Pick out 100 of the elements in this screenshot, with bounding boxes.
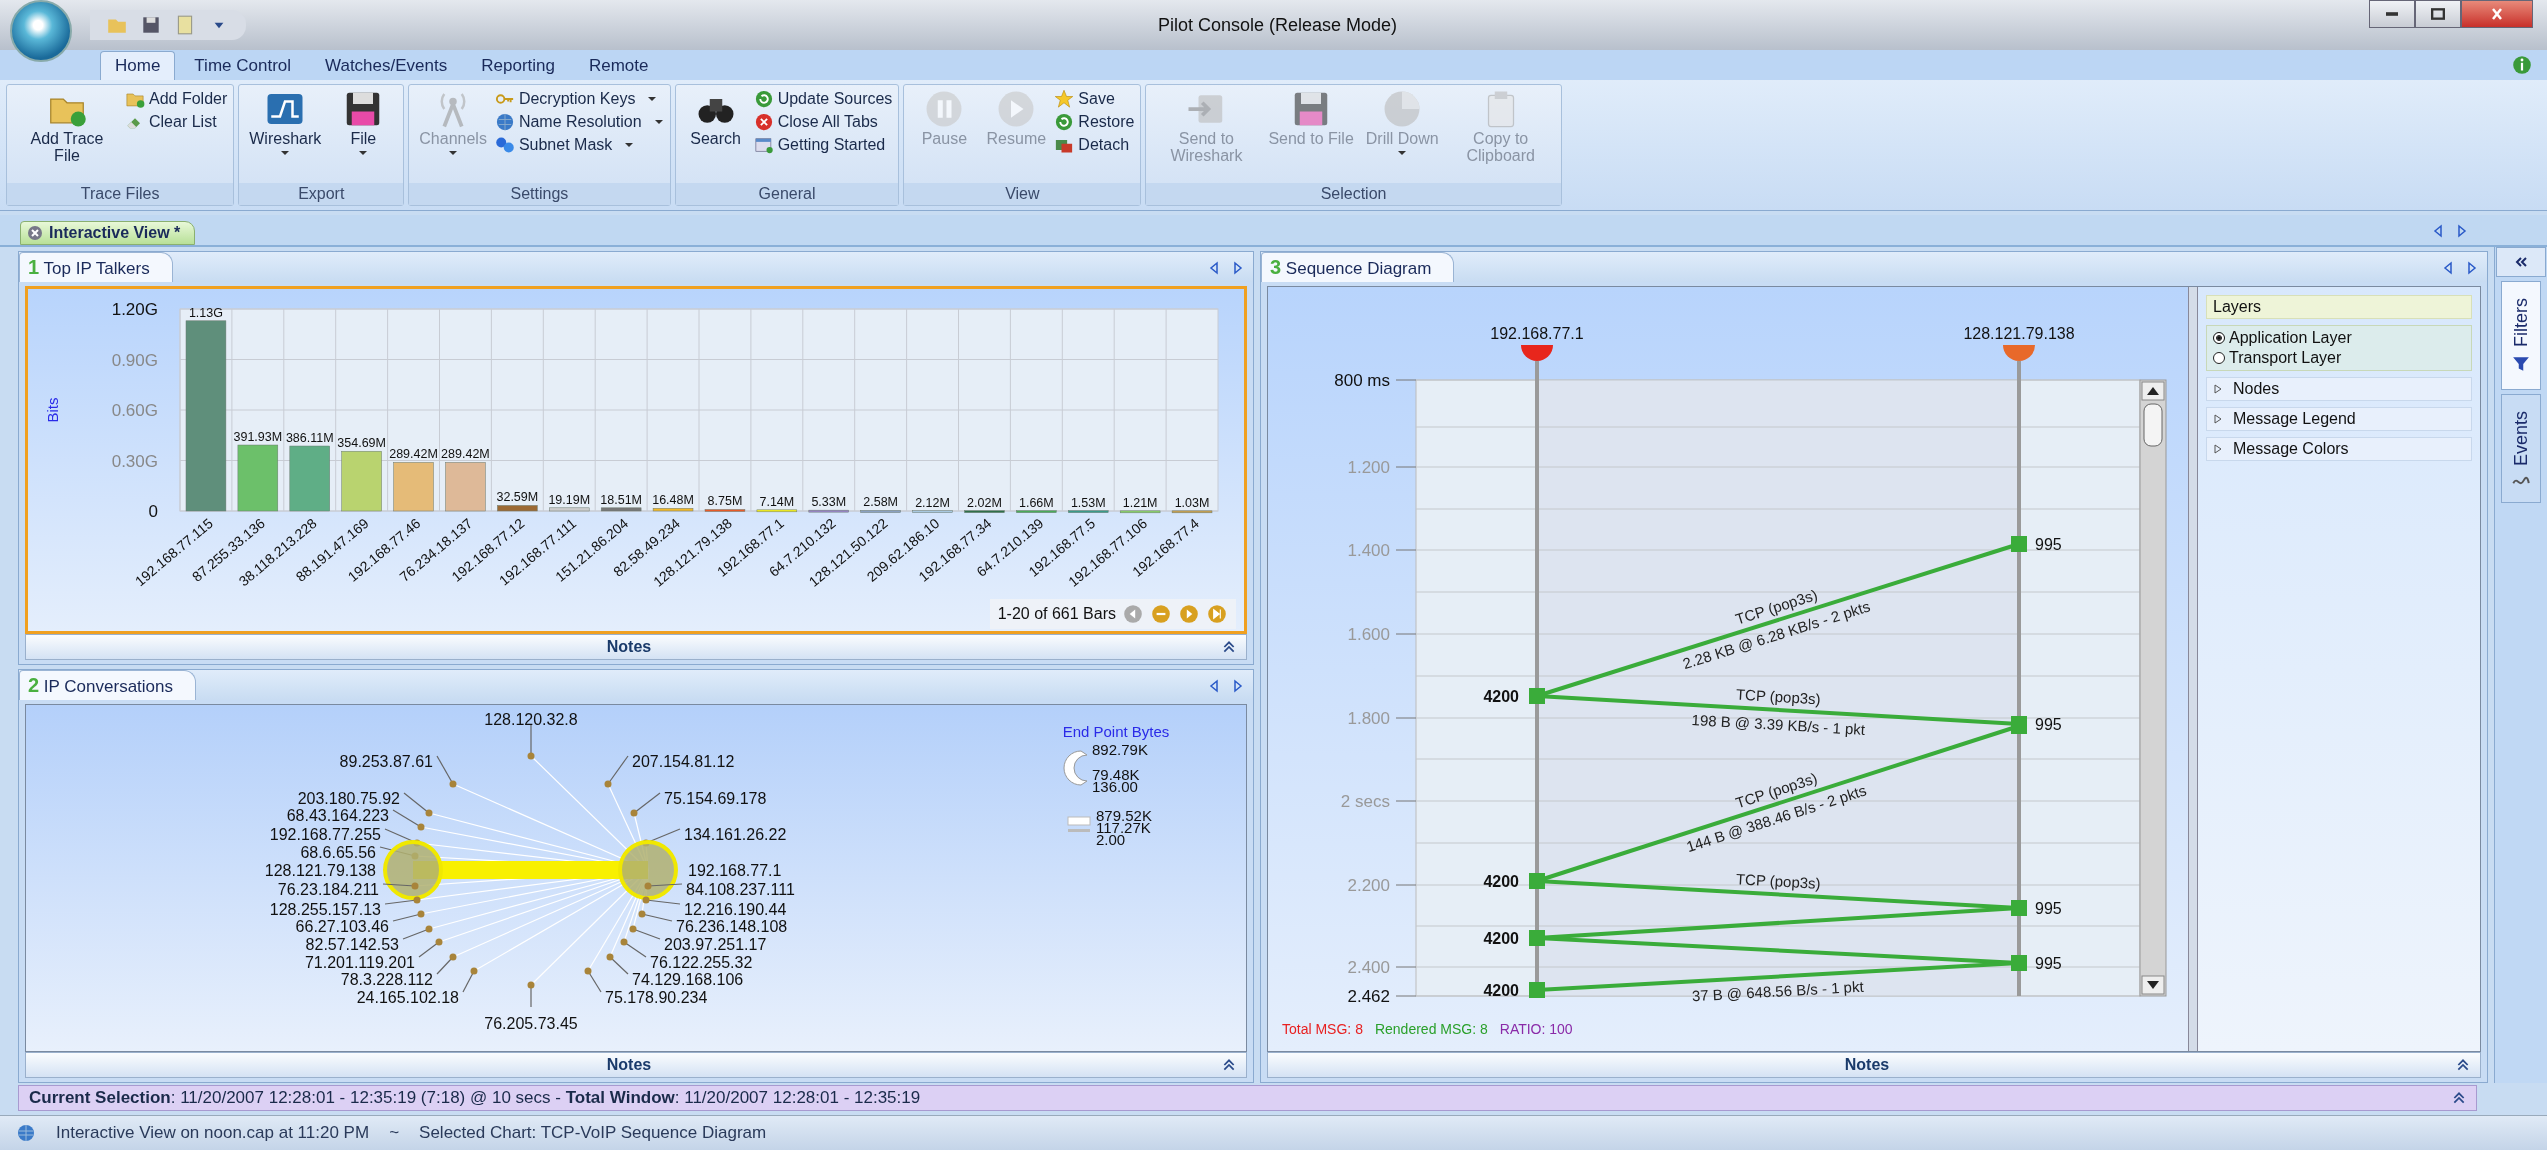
message-label: TCP (pop3s) — [1735, 870, 1822, 892]
caret-icon — [358, 149, 369, 156]
ribbon-button[interactable]: File — [329, 86, 398, 158]
node-dot[interactable] — [644, 882, 652, 890]
bar[interactable] — [704, 509, 746, 512]
node-dot[interactable] — [425, 925, 433, 933]
ribbon-button[interactable]: Save — [1054, 88, 1135, 109]
axis-tick-label: 800 ms — [1334, 371, 1390, 391]
collapse-icon[interactable] — [1222, 640, 1236, 655]
collapse-button[interactable] — [2496, 247, 2546, 278]
axis-tick-label: 0.90G — [111, 350, 158, 370]
group-label: General — [675, 183, 899, 206]
bar[interactable] — [912, 510, 953, 514]
ribbon-button[interactable]: Clear List — [125, 111, 228, 132]
radio-button[interactable] — [2213, 332, 2225, 345]
node-dot[interactable] — [417, 910, 425, 918]
notes-bar[interactable]: Notes — [25, 634, 1247, 661]
node-dot[interactable] — [449, 953, 457, 961]
node-dot[interactable] — [425, 809, 433, 817]
ribbon-button[interactable]: Close All Tabs — [753, 111, 893, 132]
node-circle[interactable] — [618, 840, 678, 901]
tab-label: Interactive View * — [49, 224, 181, 243]
node-dot[interactable] — [606, 953, 614, 961]
value-label: 289.42M — [389, 447, 438, 462]
bar[interactable] — [964, 510, 1005, 514]
radio-option[interactable]: Transport Layer — [2213, 349, 2465, 368]
notes-bar[interactable]: Notes — [1267, 1052, 2481, 1079]
maximize-button[interactable] — [2415, 0, 2461, 28]
value-label: 5.33M — [811, 495, 847, 510]
next-page-button[interactable] — [1178, 603, 1200, 626]
node-dot[interactable] — [413, 896, 421, 904]
bar[interactable] — [1068, 510, 1109, 514]
ribbon-button[interactable]: Wireshark — [245, 86, 326, 158]
panel-tab[interactable]: 1 Top IP Talkers — [19, 252, 173, 283]
collapsed-section[interactable]: Nodes — [2206, 377, 2472, 402]
minimize-button[interactable] — [2369, 0, 2415, 28]
node-dot[interactable] — [604, 780, 612, 788]
node-dot[interactable] — [620, 938, 628, 946]
ribbon-button[interactable]: Name Resolution — [494, 111, 664, 132]
ribbon-tab[interactable]: Home — [100, 50, 176, 80]
ribbon-button[interactable]: Add Trace File — [13, 86, 121, 167]
radio-button[interactable] — [2213, 352, 2225, 365]
panel-tab[interactable]: 3 Sequence Diagram — [1261, 252, 1455, 283]
radio-option[interactable]: Application Layer — [2213, 329, 2465, 348]
ribbon-tab[interactable]: Watches/Events — [310, 50, 463, 80]
previous-page-button[interactable] — [1150, 603, 1172, 626]
bar[interactable] — [497, 505, 538, 512]
ribbon-button[interactable]: Detach — [1054, 134, 1135, 155]
node-circle[interactable] — [383, 840, 443, 901]
info-icon[interactable] — [2511, 53, 2533, 76]
side-tab[interactable]: Filters — [2501, 281, 2541, 391]
node-dot[interactable] — [449, 780, 457, 788]
node-dot[interactable] — [411, 882, 419, 890]
collapse-icon[interactable] — [2456, 1058, 2470, 1073]
ribbon-button[interactable]: Update Sources — [753, 88, 893, 109]
node-dot[interactable] — [417, 823, 425, 831]
ribbon-tab[interactable]: Reporting — [466, 50, 570, 80]
ribbon-tab[interactable]: Time Control — [179, 50, 307, 80]
ribbon-button[interactable]: Getting Started — [753, 134, 893, 155]
node-dot[interactable] — [630, 809, 638, 817]
bar[interactable] — [1171, 510, 1213, 514]
close-button[interactable] — [2461, 0, 2533, 28]
collapse-icon[interactable] — [2452, 1091, 2466, 1106]
bar[interactable] — [237, 444, 279, 512]
ribbon-button[interactable]: Add Folder — [125, 88, 228, 109]
collapsed-section[interactable]: Message Legend — [2206, 407, 2472, 432]
node-dot[interactable] — [642, 896, 650, 904]
splitter-handle[interactable] — [2188, 287, 2198, 1052]
last-page-button[interactable] — [1206, 603, 1228, 626]
node-dot[interactable] — [629, 925, 637, 933]
notes-bar[interactable]: Notes — [25, 1052, 1247, 1079]
node-dot[interactable] — [638, 910, 646, 918]
value-label: 19.19M — [548, 492, 591, 507]
bar[interactable] — [1016, 510, 1057, 514]
ribbon-button[interactable]: Decryption Keys — [494, 88, 664, 109]
panel-tab[interactable]: 2 IP Conversations — [19, 670, 196, 701]
ribbon-button[interactable]: Search — [681, 86, 750, 150]
ribbon-button[interactable]: Restore — [1054, 111, 1135, 132]
collapse-icon[interactable] — [1222, 1058, 1236, 1073]
value-label: 386.11M — [285, 431, 334, 446]
lifeline-head[interactable] — [2003, 345, 2035, 362]
node-dot[interactable] — [527, 752, 535, 760]
side-tab[interactable]: Events — [2501, 394, 2541, 504]
bar[interactable] — [185, 320, 227, 512]
node-label: 203.180.75.92 — [297, 790, 400, 808]
node-dot[interactable] — [435, 938, 443, 946]
first-page-button[interactable] — [1122, 603, 1144, 626]
node-dot[interactable] — [584, 967, 592, 975]
node-dot[interactable] — [527, 981, 535, 989]
document-tab[interactable]: Interactive View * — [20, 221, 196, 246]
ribbon-tab[interactable]: Remote — [573, 50, 664, 80]
close-icon[interactable] — [27, 225, 43, 242]
lifeline-head[interactable] — [1521, 345, 1553, 362]
collapsed-section[interactable]: Message Colors — [2206, 437, 2472, 462]
node-dot[interactable] — [470, 967, 478, 975]
node-label: 75.178.90.234 — [605, 989, 708, 1007]
scrollbar[interactable] — [2139, 379, 2167, 997]
globe-icon — [494, 111, 515, 132]
ribbon-button[interactable]: Subnet Mask — [494, 134, 664, 155]
bar[interactable] — [600, 507, 642, 512]
